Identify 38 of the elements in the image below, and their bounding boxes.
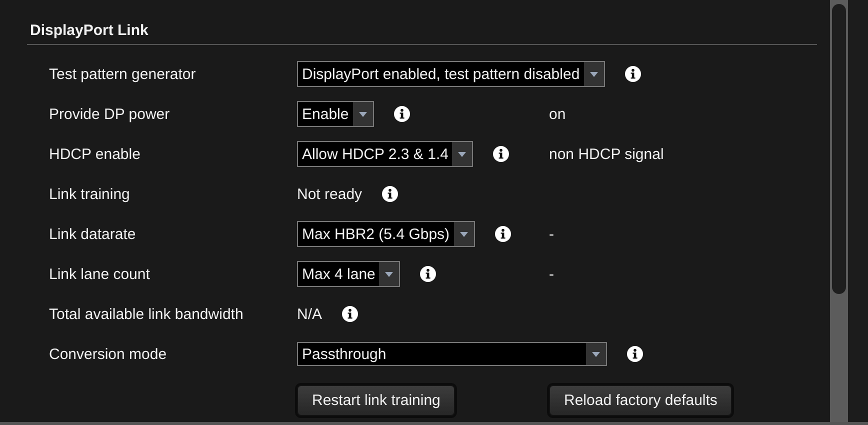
field-label: HDCP enable: [49, 146, 142, 162]
status-text: non HDCP signal: [549, 146, 665, 162]
field-label: Link lane count: [49, 266, 151, 282]
reset-button[interactable]: Reload factory defaults: [549, 384, 732, 416]
field-label: Link datarate: [49, 226, 137, 242]
field-label: Provide DP power: [49, 106, 171, 122]
caret-icon: [458, 152, 466, 156]
info-icon[interactable]: [494, 226, 511, 242]
dropdown[interactable]: Allow HDCP 2.3 & 1.4: [297, 141, 474, 167]
dropdown[interactable]: Passthrough: [297, 342, 607, 366]
caret-icon: [385, 272, 394, 276]
field-label: Link training: [49, 186, 131, 202]
field-value: N/A: [297, 306, 322, 322]
field-label: Test pattern generator: [49, 66, 197, 82]
caret-icon: [460, 232, 468, 236]
section-title: DisplayPort Link: [27, 20, 817, 45]
dropdown[interactable]: DisplayPort enabled, test pattern disabled: [297, 61, 605, 87]
field-label: Conversion mode: [49, 346, 168, 362]
status-text: on: [549, 106, 567, 122]
info-icon[interactable]: [394, 106, 410, 122]
field-value: Not ready: [297, 186, 362, 202]
info-icon[interactable]: [493, 146, 510, 162]
status-text: -: [549, 226, 555, 242]
info-icon[interactable]: [420, 266, 436, 282]
status-text: -: [549, 266, 555, 282]
info-icon[interactable]: [627, 346, 643, 362]
dropdown[interactable]: Max HBR2 (5.4 Gbps): [297, 221, 475, 247]
caret-icon: [590, 72, 598, 76]
dropdown[interactable]: Enable: [297, 101, 374, 127]
scrollbar-thumb[interactable]: [832, 4, 846, 294]
restart-button[interactable]: Restart link training: [297, 384, 456, 416]
dropdown[interactable]: Max 4 lane: [297, 261, 400, 287]
info-icon[interactable]: [382, 186, 398, 202]
field-label: Total available link bandwidth: [49, 306, 244, 322]
info-icon[interactable]: [624, 66, 641, 82]
info-icon[interactable]: [342, 306, 358, 322]
caret-icon: [358, 112, 367, 116]
caret-icon: [592, 352, 600, 356]
